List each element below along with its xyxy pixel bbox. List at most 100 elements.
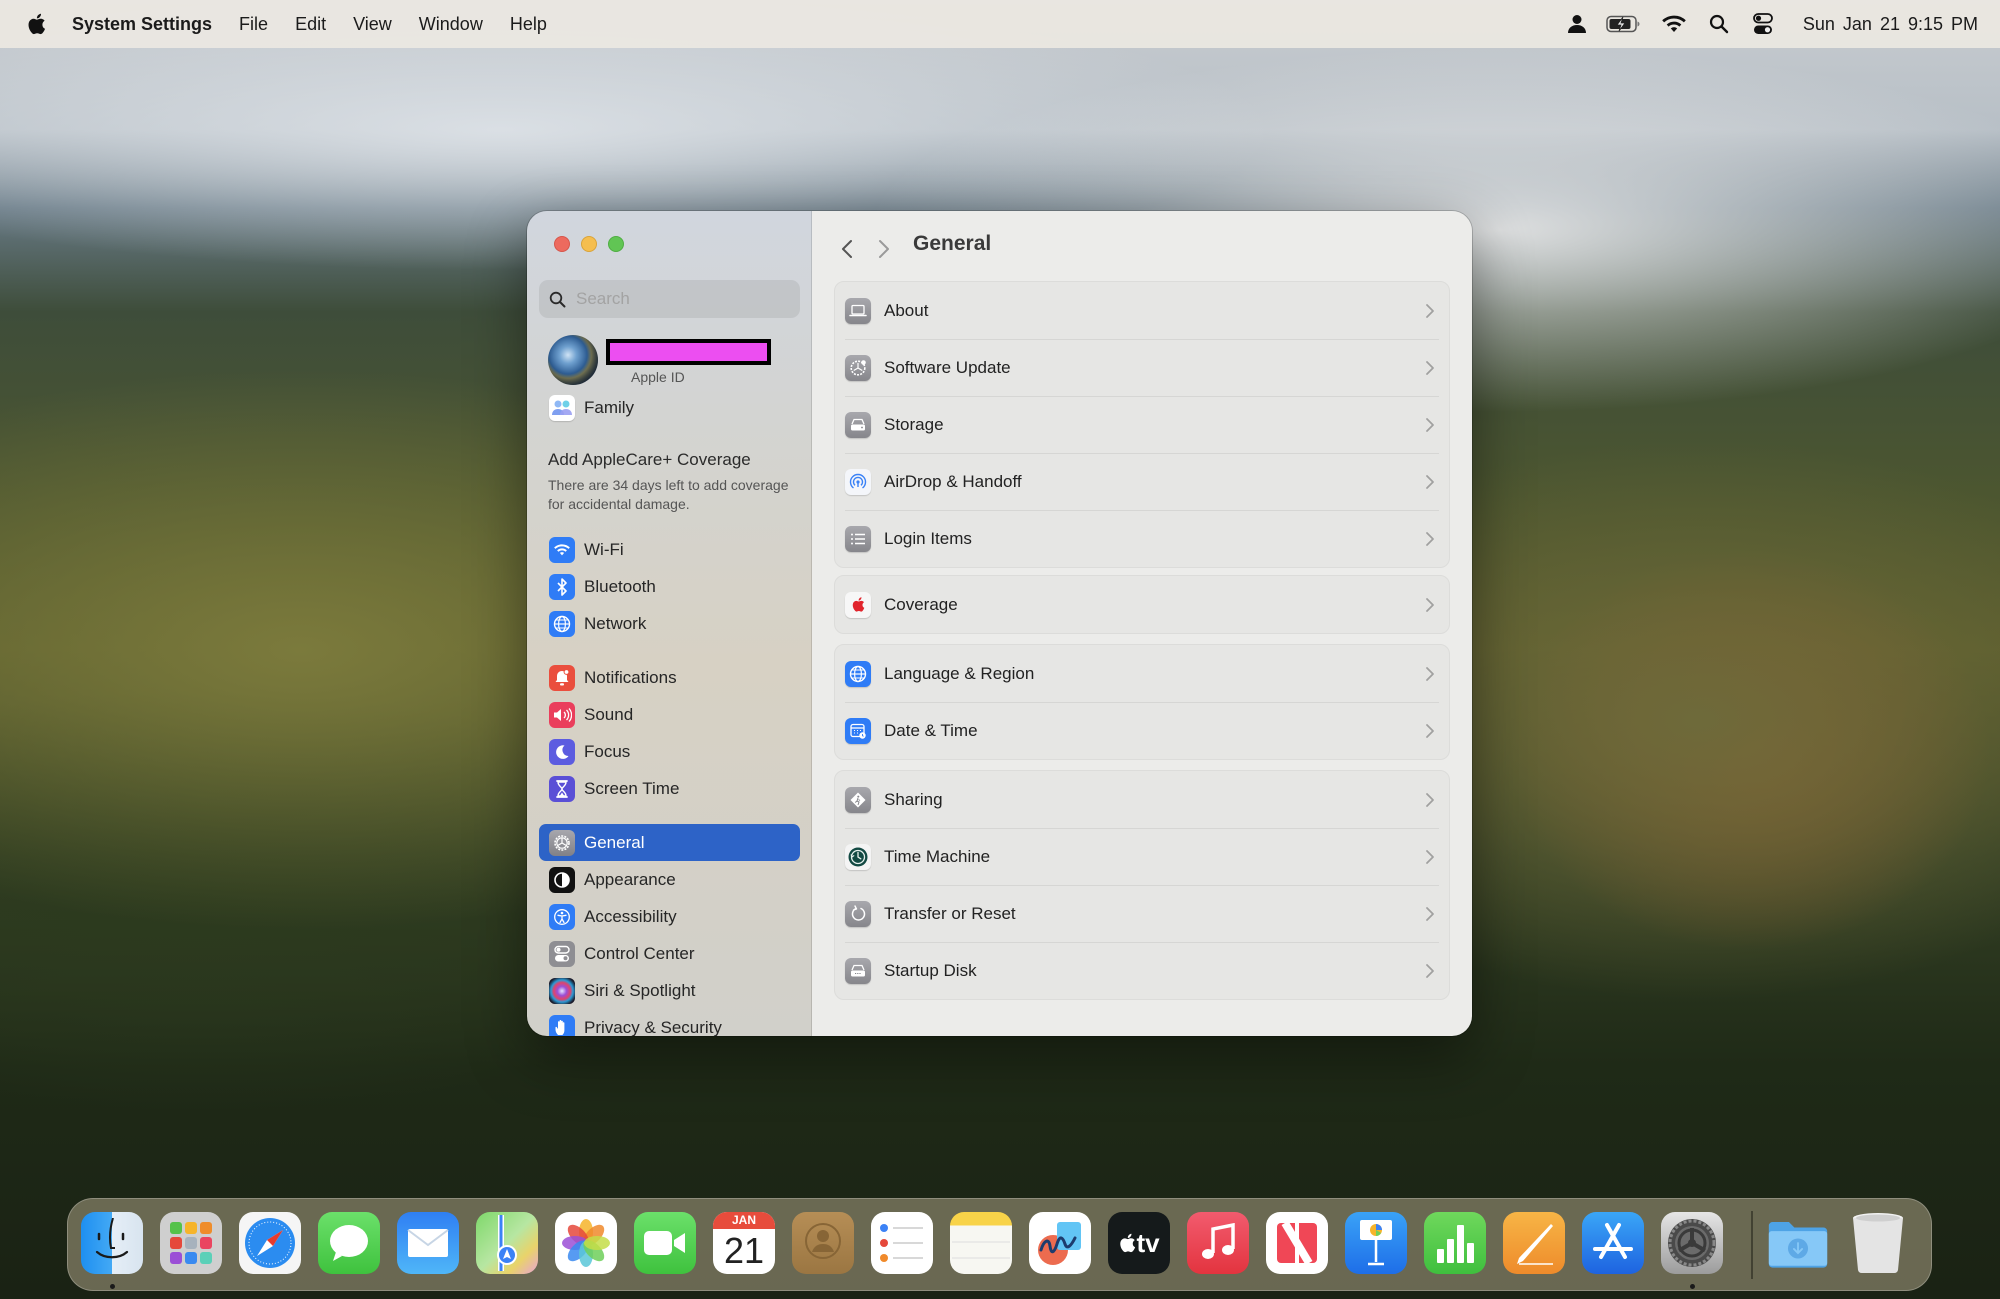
dock-reminders[interactable] <box>871 1212 933 1274</box>
dock-news[interactable] <box>1266 1212 1328 1274</box>
sidebar-item-network[interactable]: Network <box>539 605 800 642</box>
sidebar-item-accessibility[interactable]: Accessibility <box>539 898 800 935</box>
dock-downloads[interactable] <box>1767 1212 1829 1274</box>
row-sharing[interactable]: Sharing <box>835 771 1449 828</box>
row-label: Storage <box>884 414 944 434</box>
dock-mail[interactable] <box>397 1212 459 1274</box>
apple-icon <box>845 591 871 618</box>
time-machine-icon <box>845 843 871 870</box>
control-center-icon[interactable] <box>1741 0 1785 48</box>
dock-trash[interactable] <box>1847 1212 1909 1274</box>
back-button[interactable] <box>835 233 859 265</box>
forward-button[interactable] <box>872 233 896 265</box>
row-label: Time Machine <box>884 846 991 866</box>
dock-system-settings[interactable] <box>1661 1212 1723 1274</box>
sidebar-item-siri-spotlight[interactable]: Siri & Spotlight <box>539 972 800 1009</box>
dock-keynote[interactable] <box>1345 1212 1407 1274</box>
photos-icon <box>562 1219 610 1267</box>
applecare-promo[interactable]: Add AppleCare+ Coverage There are 34 day… <box>548 450 798 514</box>
sidebar-item-focus[interactable]: Focus <box>539 733 800 770</box>
menubar-clock[interactable]: Sun Jan 21 9:15 PM <box>1803 14 1978 35</box>
menu-view[interactable]: View <box>353 14 392 35</box>
zoom-button[interactable] <box>608 236 624 252</box>
sidebar-item-control-center[interactable]: Control Center <box>539 935 800 972</box>
row-transfer-reset[interactable]: Transfer or Reset <box>835 885 1449 942</box>
search-input[interactable] <box>576 289 776 309</box>
dock-maps[interactable] <box>476 1212 538 1274</box>
apple-id-item[interactable]: Apple ID <box>548 335 798 385</box>
app-menu[interactable]: System Settings <box>72 14 212 35</box>
row-date-time[interactable]: Date & Time <box>835 702 1449 759</box>
sidebar-item-notifications[interactable]: Notifications <box>539 659 800 696</box>
settings-group: Language & Region Date & Time <box>834 644 1450 760</box>
dock-safari[interactable] <box>239 1212 301 1274</box>
row-label: Transfer or Reset <box>884 903 1016 923</box>
sidebar-item-screen-time[interactable]: Screen Time <box>539 770 800 807</box>
dock-finder[interactable] <box>81 1212 143 1274</box>
row-time-machine[interactable]: Time Machine <box>835 828 1449 885</box>
dock-numbers[interactable] <box>1424 1212 1486 1274</box>
dock-pages[interactable] <box>1503 1212 1565 1274</box>
row-coverage[interactable]: Coverage <box>835 576 1449 633</box>
sidebar-item-bluetooth[interactable]: Bluetooth <box>539 568 800 605</box>
minimize-button[interactable] <box>581 236 597 252</box>
sidebar-item-label: Sound <box>584 704 634 724</box>
dock-photos[interactable] <box>555 1212 617 1274</box>
sidebar-item-label: General <box>584 832 645 852</box>
sidebar-item-label: Focus <box>584 741 631 761</box>
dock: JAN 21 tv <box>67 1198 1932 1291</box>
finder-running-indicator <box>110 1284 115 1289</box>
row-label: Date & Time <box>884 720 978 740</box>
close-button[interactable] <box>554 236 570 252</box>
row-storage[interactable]: Storage <box>835 396 1449 453</box>
sidebar-item-label: Siri & Spotlight <box>584 980 696 1000</box>
row-software-update[interactable]: Software Update <box>835 339 1449 396</box>
chevron-right-icon <box>1426 303 1434 318</box>
row-startup-disk[interactable]: Startup Disk <box>835 942 1449 999</box>
dock-calendar[interactable]: JAN 21 <box>713 1212 775 1274</box>
row-login-items[interactable]: Login Items <box>835 510 1449 567</box>
sidebar-item-sound[interactable]: Sound <box>539 696 800 733</box>
dock-notes[interactable] <box>950 1212 1012 1274</box>
spotlight-search-icon[interactable] <box>1697 0 1741 48</box>
dock-music[interactable] <box>1187 1212 1249 1274</box>
sidebar-item-wifi[interactable]: Wi-Fi <box>539 531 800 568</box>
battery-charging-icon[interactable] <box>1597 0 1651 48</box>
calendar-month: JAN <box>713 1212 775 1229</box>
tv-icon: tv <box>1118 1228 1160 1259</box>
dock-launchpad[interactable] <box>160 1212 222 1274</box>
sidebar-item-privacy-security[interactable]: Privacy & Security <box>539 1009 800 1036</box>
apple-menu-icon[interactable] <box>24 11 48 37</box>
sidebar-item-label: Network <box>584 613 647 633</box>
dock-facetime[interactable] <box>634 1212 696 1274</box>
messages-icon <box>330 1225 368 1261</box>
keynote-icon <box>1360 1220 1392 1266</box>
notes-icon <box>952 1241 1010 1259</box>
row-label: Login Items <box>884 528 972 548</box>
menu-bar: System Settings File Edit View Window He… <box>0 0 2000 48</box>
menu-help[interactable]: Help <box>510 14 547 35</box>
sidebar-item-general[interactable]: General <box>539 824 800 861</box>
news-icon <box>1277 1221 1317 1265</box>
user-icon[interactable] <box>1557 0 1597 48</box>
dock-separator <box>1751 1211 1753 1279</box>
dock-tv[interactable]: tv <box>1108 1212 1170 1274</box>
dock-app-store[interactable] <box>1582 1212 1644 1274</box>
menu-window[interactable]: Window <box>419 14 483 35</box>
sidebar-item-family[interactable]: Family <box>539 389 800 426</box>
menu-file[interactable]: File <box>239 14 268 35</box>
sidebar-item-appearance[interactable]: Appearance <box>539 861 800 898</box>
reminders-icon <box>880 1224 923 1262</box>
row-about[interactable]: About <box>835 282 1449 339</box>
row-language-region[interactable]: Language & Region <box>835 645 1449 702</box>
wifi-icon[interactable] <box>1651 0 1697 48</box>
menu-edit[interactable]: Edit <box>295 14 326 35</box>
sidebar-item-label: Appearance <box>584 869 676 889</box>
dock-freeform[interactable] <box>1029 1212 1091 1274</box>
row-label: Startup Disk <box>884 960 977 980</box>
dock-contacts[interactable] <box>792 1212 854 1274</box>
freeform-icon <box>1038 1222 1081 1265</box>
row-airdrop-handoff[interactable]: AirDrop & Handoff <box>835 453 1449 510</box>
reset-icon <box>845 900 871 927</box>
dock-messages[interactable] <box>318 1212 380 1274</box>
